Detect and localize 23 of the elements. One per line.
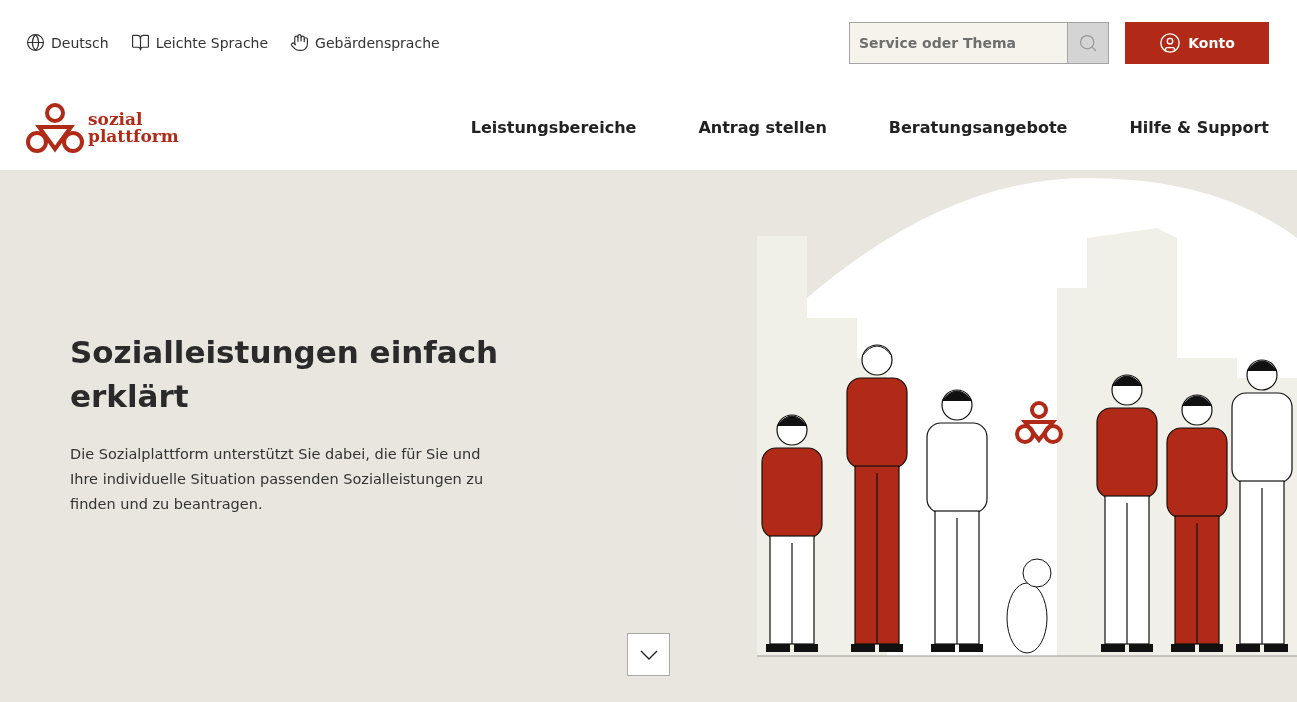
hero-text: Die Sozialplattform unterstützt Sie dabei, die für Sie und Ihre individuelle Situation passenden Sozialleistungen zu finden und zu beantragen. — [70, 445, 485, 514]
nav-link[interactable]: Hilfe & Support — [1129, 118, 1269, 137]
search-icon — [1078, 32, 1098, 53]
globe-icon — [26, 33, 45, 52]
book-icon — [130, 33, 150, 52]
hero-title: Sozialleistungen einfach erklärt — [70, 333, 500, 416]
account-button[interactable]: Konto — [1125, 21, 1269, 64]
nav-link[interactable]: Leistungsbereiche — [470, 118, 637, 137]
nav-link[interactable]: Beratungsangebote — [888, 118, 1068, 137]
nav-link[interactable]: Antrag stellen — [698, 118, 827, 137]
logo[interactable]: sozial plattform — [26, 101, 471, 154]
utility-link[interactable]: Leichte Sprache — [130, 33, 269, 52]
logo-text: sozial — [88, 110, 144, 128]
search-field[interactable]: Service oder Thema — [849, 21, 1067, 64]
logo-text: plattform — [88, 127, 179, 145]
scroll-down-button[interactable] — [627, 633, 670, 676]
search-button[interactable] — [1067, 21, 1109, 64]
utility-link[interactable]: Gebärdensprache — [290, 33, 440, 52]
chevron-down-icon — [639, 649, 658, 660]
user-icon — [1159, 31, 1182, 54]
logo-icon — [26, 101, 84, 154]
utility-link[interactable]: Deutsch — [26, 33, 109, 52]
hand-icon — [290, 33, 310, 52]
